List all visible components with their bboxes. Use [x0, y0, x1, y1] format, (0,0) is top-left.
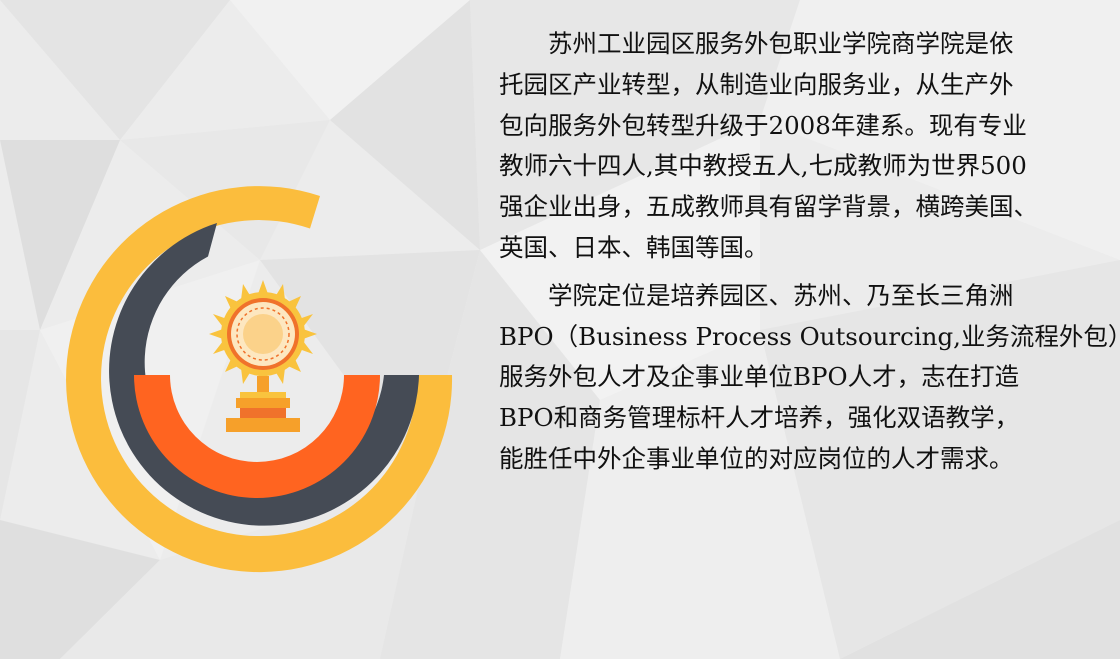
intro-paragraph: 苏州工业园区服务外包职业学院商学院是依 托园区产业转型，从制造业向服务业，从生产…: [499, 29, 1038, 262]
positioning-paragraph: 学院定位是培养园区、苏州、乃至长三角洲 BPO（Business Process…: [499, 280, 1120, 473]
trophy-medal-icon: [209, 280, 317, 432]
intro-text-block: 苏州工业园区服务外包职业学院商学院是依 托园区产业转型，从制造业向服务业，从生产…: [499, 24, 1120, 487]
award-ring-graphic: [66, 186, 453, 573]
